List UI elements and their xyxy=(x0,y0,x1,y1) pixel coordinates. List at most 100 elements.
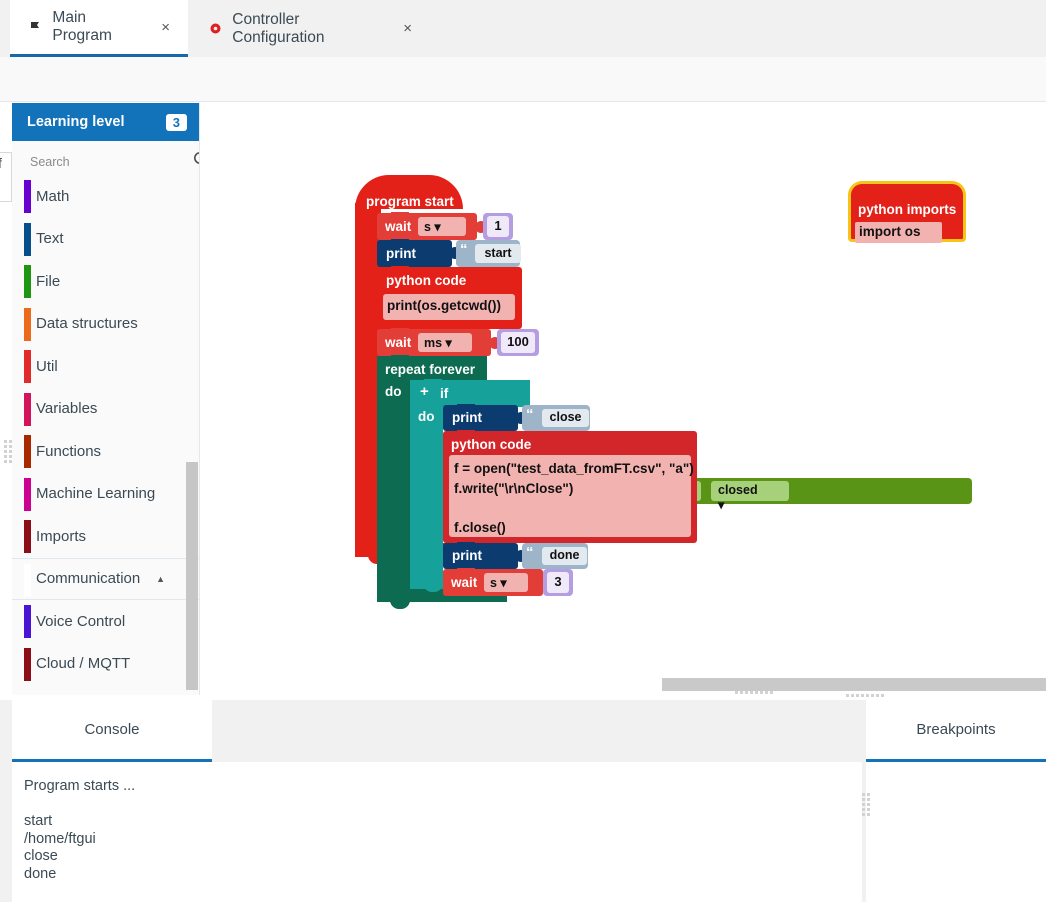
breakpoints-splitter-grip-top[interactable] xyxy=(846,694,884,697)
tab-controller-configuration-label: Controller Configuration xyxy=(232,10,325,46)
wait-block-3-number-value: 3 xyxy=(554,574,562,589)
quote-open-icon: “ xyxy=(460,241,468,258)
learning-level-label: Learning level xyxy=(27,114,125,130)
bottom-panel-area: Console Program starts ... start /home/f… xyxy=(0,700,1046,902)
tab-bar: Main Program × Controller Configuration … xyxy=(0,0,1046,57)
sidebar-item-voice-control[interactable]: Voice Control xyxy=(12,600,199,643)
wait-block-1-unit-value: s ▾ xyxy=(424,220,441,234)
print-block-1-label: print xyxy=(386,246,416,261)
print-block-2-text-value: close xyxy=(549,410,582,424)
bottom-splitter-grip[interactable] xyxy=(735,691,773,694)
if-block-add-icon[interactable]: + xyxy=(420,383,429,400)
blockly-workspace[interactable]: program start wait s ▾ 1 print “ start ”… xyxy=(200,103,1046,695)
tab-console[interactable]: Console xyxy=(12,700,212,762)
console-panel: Console Program starts ... start /home/f… xyxy=(12,700,862,902)
sidebar-item-label: File xyxy=(36,272,61,290)
print-block-2-label: print xyxy=(452,410,482,425)
sidebar-item-label: Text xyxy=(36,230,64,248)
category-list: Math Text File Data structures Util Variables… xyxy=(12,175,199,685)
sidebar-item-communication[interactable]: Communication ▲ xyxy=(12,557,199,600)
sidebar-item-label: Util xyxy=(36,357,58,375)
category-color-bar xyxy=(24,605,31,638)
close-icon[interactable]: × xyxy=(161,19,170,36)
wait-block-2-number-value: 100 xyxy=(507,334,529,349)
python-code-block-1-label: python code xyxy=(386,273,467,288)
sidebar-item-math[interactable]: Math xyxy=(12,175,199,218)
block-palette-sidebar: Learning level 3 Math Text File Data struct… xyxy=(12,103,200,695)
breakpoints-tab-row: Breakpoints xyxy=(866,700,1046,762)
category-color-bar xyxy=(24,392,31,426)
program-start-label: program start xyxy=(366,194,454,209)
category-color-bar xyxy=(24,563,31,597)
category-color-bar xyxy=(24,222,31,256)
console-output: Program starts ... start /home/ftgui clo… xyxy=(12,762,862,902)
workspace-hscrollbar-thumb[interactable] xyxy=(662,678,1046,691)
category-color-bar xyxy=(24,435,31,468)
breakpoints-splitter-grip[interactable] xyxy=(862,793,870,816)
category-color-bar xyxy=(24,477,31,511)
breakpoints-list xyxy=(866,762,1046,902)
toolbar-strip xyxy=(0,57,1046,102)
search-icon[interactable] xyxy=(193,151,199,173)
quote-close-icon: ” xyxy=(589,544,597,561)
if-block-do-label: do xyxy=(418,409,435,424)
tab-breakpoints[interactable]: Breakpoints xyxy=(866,700,1046,762)
category-color-bar xyxy=(24,180,31,213)
python-imports-label: python imports xyxy=(858,202,957,217)
tab-main-program[interactable]: Main Program × xyxy=(10,0,188,57)
search-input[interactable] xyxy=(28,153,193,170)
sidebar-item-label: Machine Learning xyxy=(36,485,156,503)
sidebar-item-label: Functions xyxy=(36,442,102,460)
print-block-3-label: print xyxy=(452,548,482,563)
python-imports-block[interactable]: python imports import os xyxy=(848,181,966,243)
sidebar-item-file[interactable]: File xyxy=(12,260,199,303)
sidebar-item-variables[interactable]: Variables xyxy=(12,387,199,430)
console-tab-row: Console xyxy=(12,700,862,762)
sidebar-splitter-grip[interactable] xyxy=(4,440,12,463)
sidebar-item-util[interactable]: Util xyxy=(12,345,199,388)
tab-controller-configuration[interactable]: Controller Configuration × xyxy=(190,0,430,57)
sidebar-scrollbar-thumb[interactable] xyxy=(186,462,198,690)
repeat-forever-notch xyxy=(390,600,410,609)
sidebar-item-functions[interactable]: Functions xyxy=(12,430,199,473)
category-color-bar xyxy=(24,265,31,298)
mini-switch-state-value: closed ▾ xyxy=(718,483,758,512)
wait-block-1-label: wait xyxy=(385,219,412,234)
category-color-bar xyxy=(24,520,31,553)
if-block-label: if xyxy=(440,386,449,401)
python-code-block-2-label: python code xyxy=(451,437,532,452)
chevron-up-icon[interactable]: ▲ xyxy=(156,574,165,584)
app-root: Main Program × Controller Configuration … xyxy=(0,0,1046,902)
flag-icon xyxy=(28,19,43,35)
sidebar-item-machine-learning[interactable]: Machine Learning xyxy=(12,472,199,515)
category-color-bar xyxy=(24,647,31,681)
quote-open-icon: “ xyxy=(526,544,534,561)
sidebar-item-imports[interactable]: Imports xyxy=(12,515,199,558)
repeat-forever-label: repeat forever xyxy=(385,362,476,377)
sidebar-item-data-structures[interactable]: Data structures xyxy=(12,302,199,345)
sidebar-item-text[interactable]: Text xyxy=(12,217,199,260)
sidebar-item-cloud-mqtt[interactable]: Cloud / MQTT xyxy=(12,642,199,685)
learning-level-header[interactable]: Learning level 3 xyxy=(12,103,199,141)
wait-block-3-label: wait xyxy=(451,575,478,590)
quote-close-icon: ” xyxy=(523,241,531,258)
print-block-1-text-value: start xyxy=(484,246,512,260)
python-imports-code: import os xyxy=(859,224,921,239)
wait-block-3-unit-value: s ▾ xyxy=(490,576,507,590)
edge-fragment: f xyxy=(0,152,12,202)
sidebar-item-label: Math xyxy=(36,187,70,205)
if-block-body xyxy=(410,407,443,589)
wait-block-1-number-value: 1 xyxy=(494,218,502,233)
wait-block-2-label: wait xyxy=(385,335,412,350)
sidebar-item-label: Cloud / MQTT xyxy=(36,655,131,673)
sidebar-item-label: Data structures xyxy=(36,315,138,333)
category-color-bar xyxy=(24,350,31,383)
sidebar-item-label: Variables xyxy=(36,400,98,418)
category-color-bar xyxy=(24,307,31,341)
quote-close-icon: ” xyxy=(591,406,599,423)
repeat-forever-body xyxy=(377,382,410,594)
close-icon[interactable]: × xyxy=(403,20,412,37)
wait-block-2-unit-value: ms ▾ xyxy=(424,336,452,350)
sidebar-item-label: Voice Control xyxy=(36,612,126,630)
repeat-forever-do-label: do xyxy=(385,384,402,399)
